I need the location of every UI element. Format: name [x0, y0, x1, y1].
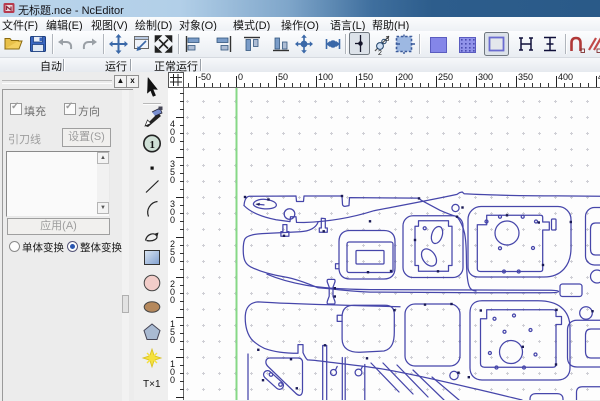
svg-text:400: 400 — [558, 72, 573, 82]
svg-text:150: 150 — [358, 72, 373, 82]
svg-text:0: 0 — [170, 255, 175, 265]
svg-text:300: 300 — [478, 72, 493, 82]
svg-text:2: 2 — [378, 50, 382, 57]
svg-text:0: 0 — [170, 375, 175, 385]
svg-text:250: 250 — [438, 72, 453, 82]
svg-text:350: 350 — [518, 72, 533, 82]
svg-text:100: 100 — [318, 72, 333, 82]
svg-text:0: 0 — [170, 295, 175, 305]
svg-text:50: 50 — [278, 72, 288, 82]
svg-text:200: 200 — [398, 72, 413, 82]
svg-text:0: 0 — [170, 175, 175, 185]
svg-text:0: 0 — [170, 215, 175, 225]
svg-text:0: 0 — [238, 72, 243, 82]
svg-text:0: 0 — [170, 135, 175, 145]
svg-text:-50: -50 — [198, 72, 211, 82]
svg-text:T×1: T×1 — [143, 379, 161, 390]
svg-text:0: 0 — [170, 335, 175, 345]
svg-text:1: 1 — [150, 139, 156, 151]
svg-text:3: 3 — [386, 36, 390, 43]
